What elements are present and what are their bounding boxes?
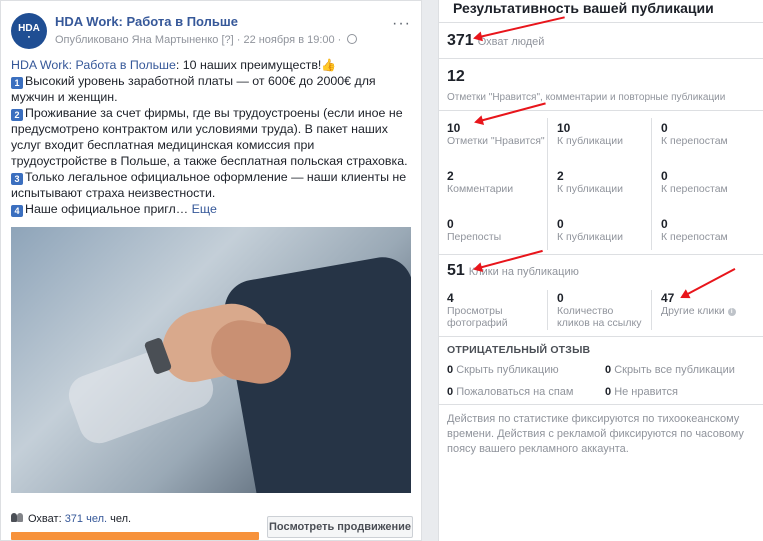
photo-views-label: Просмотры фотографий: [447, 305, 508, 329]
hide-all-value: 0: [605, 364, 612, 376]
keycap-4-icon: 4: [11, 205, 23, 217]
see-more-link[interactable]: Еще: [192, 202, 217, 216]
post-item-2: Проживание за счет фирмы, где вы трудоус…: [11, 106, 408, 168]
reach-label: Охват:: [28, 513, 62, 525]
reach-value-link[interactable]: 371 чел.: [65, 513, 107, 525]
keycap-3-icon: 3: [11, 173, 23, 185]
post-meta-text: Опубликовано Яна Мартыненко [?] · 22 ноя…: [55, 34, 342, 46]
unlike-value: 0: [605, 386, 612, 398]
shares-on-post-value: 0: [557, 217, 564, 231]
report-spam-stat: 0 Пожаловаться на спам: [447, 386, 574, 398]
clicks-stat: 51 Клики на публикацию: [447, 262, 579, 280]
reach-summary: Охват: 371 чел. чел.: [11, 513, 131, 525]
keycap-2-icon: 2: [11, 109, 23, 121]
hide-all-label: Скрыть все публикации: [614, 364, 735, 376]
post-header: HDA ● HDA Work: Работа в Польше Опублико…: [11, 11, 411, 51]
post-text: HDA Work: Работа в Польше: 10 наших преи…: [11, 57, 411, 217]
post-item-4: Наше официальное пригл…: [25, 202, 189, 216]
reach-progress-bar: [11, 532, 259, 540]
panel-title: Результативность вашей публикации: [453, 0, 714, 16]
post-item-1: Высокий уровень заработной платы — от 60…: [11, 74, 376, 104]
post-card: HDA ● HDA Work: Работа в Польше Опублико…: [0, 0, 422, 541]
divider: [439, 110, 763, 111]
comments-on-shares-label: К перепостам: [661, 183, 728, 195]
reach-stat-label: Охват людей: [477, 36, 545, 48]
info-icon[interactable]: i: [727, 308, 736, 316]
link-clicks-label: Количество кликов на ссылку: [557, 305, 642, 329]
hide-post-label: Скрыть публикацию: [456, 364, 559, 376]
link-clicks-value: 0: [557, 291, 564, 305]
clicks-stat-value: 51: [447, 262, 465, 279]
grid-divider: [651, 290, 652, 330]
avatar-logo-subtext: ●: [27, 33, 31, 39]
screenshot-root: HDA ● HDA Work: Работа в Польше Опублико…: [0, 0, 763, 541]
grid-divider: [547, 118, 548, 250]
likes-on-post-label: К публикации: [557, 135, 624, 147]
post-page-mention[interactable]: HDA Work: Работа в Польше: [11, 58, 176, 72]
hide-post-stat: 0 Скрыть публикацию: [447, 364, 559, 376]
unlike-label: Не нравится: [614, 386, 678, 398]
negative-feedback-title: ОТРИЦАТЕЛЬНЫЙ ОТЗЫВ: [447, 344, 591, 356]
post-performance-panel: Результативность вашей публикации 371 Охв…: [438, 0, 763, 541]
post-photo-handshake[interactable]: [11, 227, 411, 493]
grid-divider: [651, 118, 652, 250]
keycap-1-icon: 1: [11, 77, 23, 89]
divider: [439, 58, 763, 59]
comments-on-post-value: 2: [557, 169, 564, 183]
comments-on-post-label: К публикации: [557, 183, 624, 195]
reach-stat: 371 Охват людей: [447, 32, 544, 50]
more-options-icon[interactable]: ···: [392, 15, 411, 33]
annotation-arrow: [475, 102, 546, 123]
grid-divider: [547, 290, 548, 330]
timezone-footnote: Действия по статистике фиксируются по ти…: [447, 413, 744, 455]
annotation-arrow: [681, 267, 736, 298]
comments-label: Комментарии: [447, 183, 514, 195]
clicks-stat-label: Клики на публикацию: [468, 266, 579, 278]
page-avatar[interactable]: HDA ●: [11, 13, 47, 49]
post-intro: : 10 наших преимуществ!: [175, 58, 322, 72]
globe-icon: [347, 34, 358, 44]
shares-on-shares-value: 0: [661, 217, 668, 231]
comments-value: 2: [447, 169, 454, 183]
likes-label: Отметки "Нравится": [447, 135, 545, 147]
people-icon: [11, 513, 23, 522]
shares-value: 0: [447, 217, 454, 231]
post-item-3: Только легальное официальное оформление …: [11, 170, 407, 200]
shares-label: Перепосты: [447, 231, 502, 243]
other-clicks-value: 47: [661, 291, 675, 305]
shares-on-shares-label: К перепостам: [661, 231, 728, 243]
report-spam-value: 0: [447, 386, 454, 398]
other-clicks-label: Другие клики i: [661, 305, 736, 317]
divider: [439, 404, 763, 405]
view-promotion-button[interactable]: Посмотреть продвижение: [267, 516, 413, 538]
likes-value: 10: [447, 121, 461, 135]
avatar-text: HDA: [18, 22, 40, 34]
thumbs-up-emoji-icon: 👍: [321, 58, 337, 72]
report-spam-label: Пожаловаться на спам: [456, 386, 574, 398]
page-name-link[interactable]: HDA Work: Работа в Польше: [55, 14, 238, 29]
divider: [439, 336, 763, 337]
post-meta: Опубликовано Яна Мартыненко [?] · 22 ноя…: [55, 34, 358, 46]
hide-all-posts-stat: 0 Скрыть все публикации: [605, 364, 735, 376]
reach-unit: чел.: [110, 513, 132, 525]
unlike-page-stat: 0 Не нравится: [605, 386, 678, 398]
photo-views-value: 4: [447, 291, 454, 305]
divider: [439, 254, 763, 255]
likes-on-post-value: 10: [557, 121, 571, 135]
other-clicks-label-text: Другие клики: [661, 305, 725, 317]
reach-stat-value: 371: [447, 32, 474, 49]
shares-on-post-label: К публикации: [557, 231, 624, 243]
divider: [439, 22, 763, 23]
comments-on-shares-value: 0: [661, 169, 668, 183]
likes-on-shares-value: 0: [661, 121, 668, 135]
hide-post-value: 0: [447, 364, 454, 376]
engagement-stat-label: Отметки "Нравится", комментарии и повтор…: [447, 92, 726, 103]
engagement-stat-value: 12: [447, 68, 465, 85]
likes-on-shares-label: К перепостам: [661, 135, 728, 147]
